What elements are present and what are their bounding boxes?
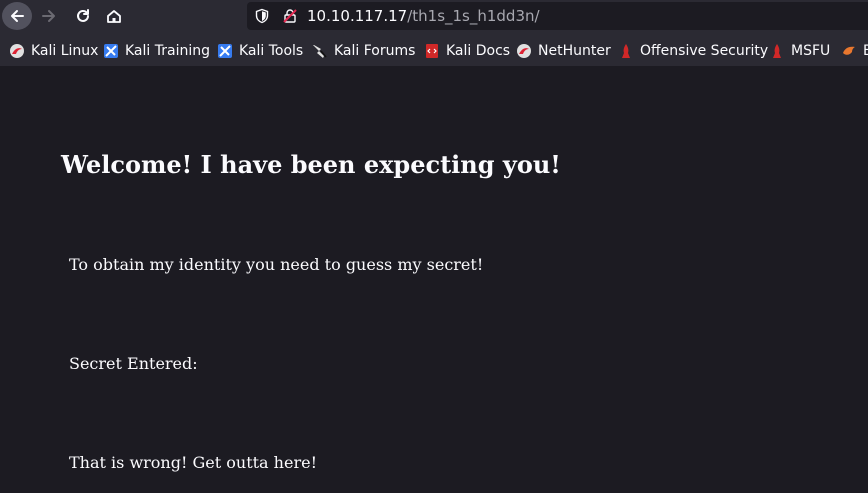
back-button[interactable] — [2, 2, 32, 30]
kali-dragon-icon — [9, 43, 25, 59]
bookmark-label: NetHunter — [538, 43, 611, 59]
bookmark-kali-forums[interactable]: Kali Forums — [312, 42, 415, 60]
bookmark-kali-docs[interactable]: Kali Docs — [424, 42, 510, 60]
bookmark-offensive-security[interactable]: Offensive Security — [618, 42, 768, 60]
url-text[interactable]: 10.10.117.17/th1s_1s_h1dd3n/ — [307, 7, 540, 25]
bookmark-nethunter[interactable]: NetHunter — [516, 42, 611, 60]
page-content: Welcome! I have been expecting you! To o… — [0, 66, 868, 493]
kali-tools-icon — [217, 43, 233, 59]
kali-forums-icon — [312, 43, 328, 59]
reload-button[interactable] — [68, 2, 98, 30]
bookmark-label: Kali Training — [125, 43, 210, 59]
kali-docs-icon — [424, 43, 440, 59]
url-path: /th1s_1s_h1dd3n/ — [407, 7, 540, 25]
msfu-icon — [769, 43, 785, 59]
nethunter-icon — [516, 43, 532, 59]
kali-training-icon — [103, 43, 119, 59]
page-heading: Welcome! I have been expecting you! — [61, 150, 561, 179]
intro-text: To obtain my identity you need to guess … — [69, 255, 484, 274]
shield-icon[interactable] — [254, 8, 270, 24]
secret-entered-label: Secret Entered: — [69, 354, 198, 373]
bookmark-kali-linux[interactable]: Kali Linux — [9, 42, 98, 60]
bookmark-msfu[interactable]: MSFU — [769, 42, 830, 60]
exploit-db-icon — [841, 43, 857, 59]
arrow-right-icon — [42, 10, 55, 22]
bookmark-label: MSFU — [791, 43, 831, 59]
browser-toolbar: 10.10.117.17/th1s_1s_h1dd3n/ — [0, 0, 868, 34]
bookmark-kali-training[interactable]: Kali Training — [103, 42, 210, 60]
url-host: 10.10.117.17 — [307, 7, 408, 25]
offsec-icon — [618, 43, 634, 59]
bookmarks-toolbar: Kali Linux Kali Training Kali Tools Kali… — [0, 34, 868, 66]
bookmark-label: Kali Linux — [31, 43, 99, 59]
result-message: That is wrong! Get outta here! — [69, 453, 317, 472]
bookmark-label: Offensive Security — [640, 43, 769, 59]
forward-button[interactable] — [34, 2, 64, 30]
bookmark-label: Kali Tools — [239, 43, 304, 59]
insecure-lock-icon[interactable] — [282, 8, 298, 24]
url-bar[interactable]: 10.10.117.17/th1s_1s_h1dd3n/ — [247, 2, 868, 30]
bookmark-label: Kali Docs — [446, 43, 511, 59]
home-button[interactable] — [99, 2, 129, 30]
bookmark-label: Kali Forums — [334, 43, 416, 59]
bookmark-label: E — [863, 43, 868, 59]
bookmark-kali-tools[interactable]: Kali Tools — [217, 42, 303, 60]
reload-icon — [77, 9, 89, 22]
arrow-left-icon — [11, 10, 24, 22]
home-icon — [107, 10, 121, 23]
bookmark-exploit-db[interactable]: E — [841, 42, 868, 60]
